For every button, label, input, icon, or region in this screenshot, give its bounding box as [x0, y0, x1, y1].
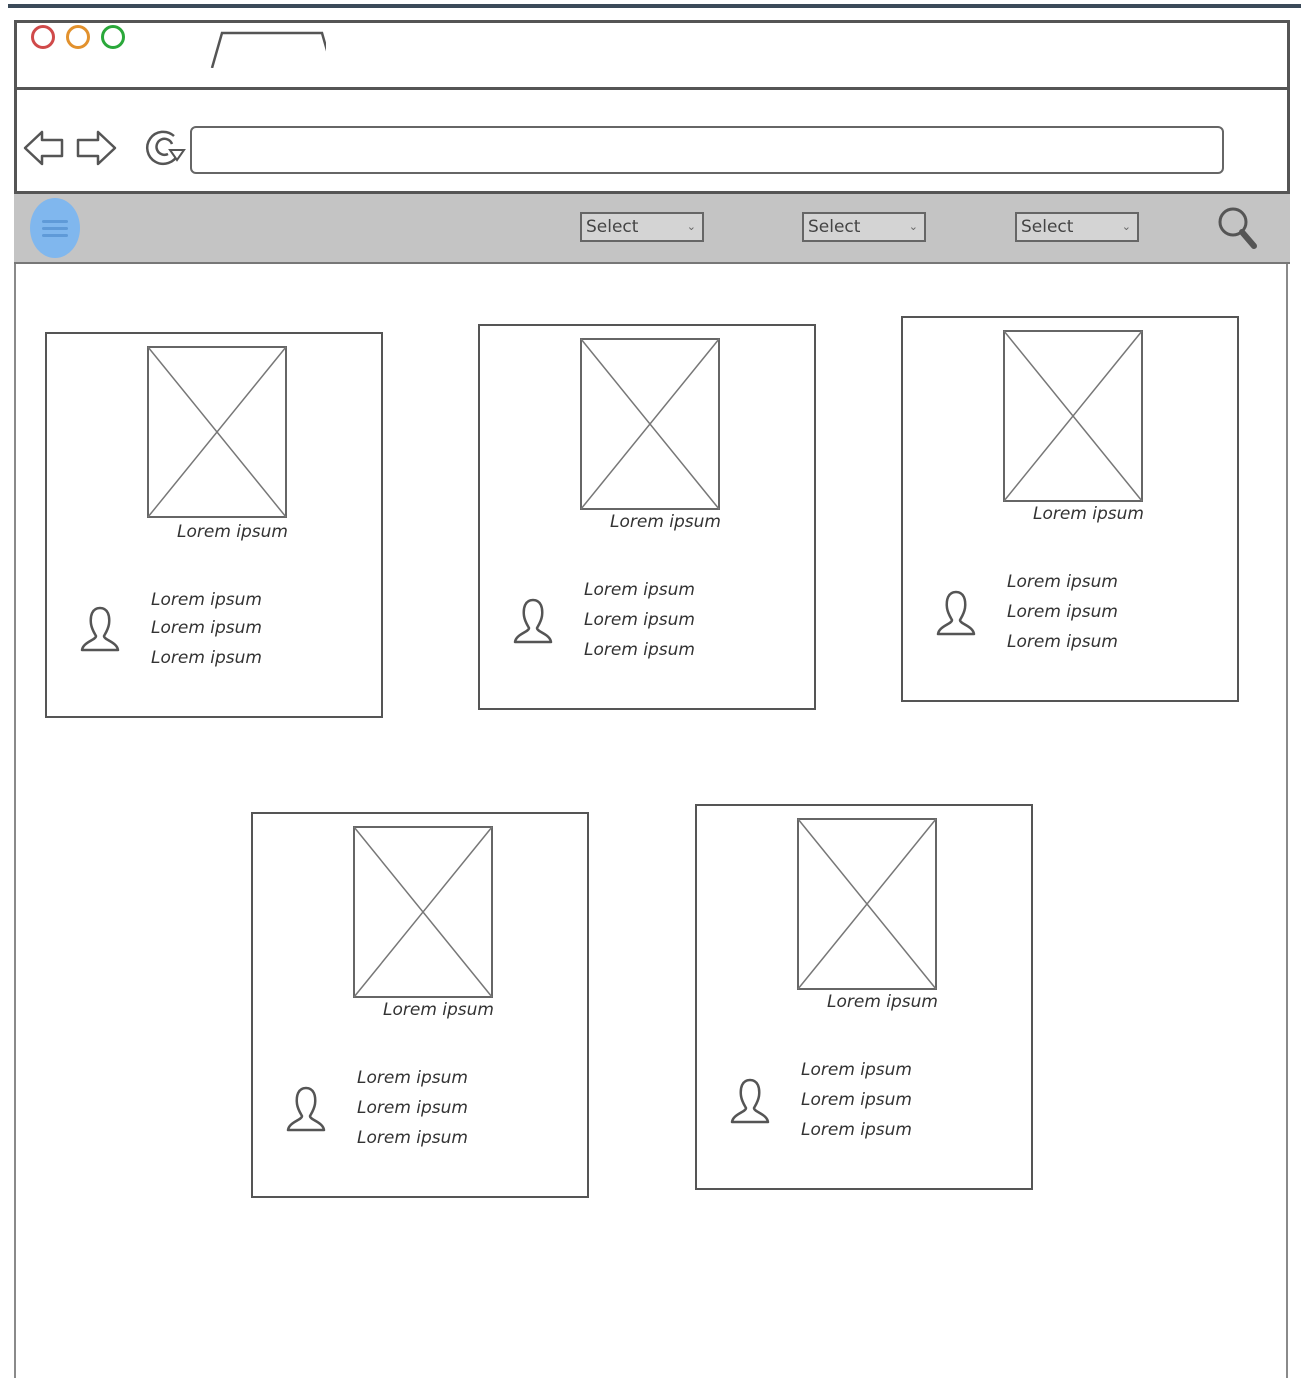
- image-placeholder-icon: [580, 338, 720, 510]
- hamburger-icon[interactable]: [30, 198, 80, 258]
- content-card-1[interactable]: Lorem ipsum Lorem ipsum Lorem ipsum Lore…: [45, 332, 383, 718]
- card-text-line-1: Lorem ipsum: [1007, 572, 1118, 592]
- maximize-window-button[interactable]: [101, 25, 125, 49]
- card-text-line-2: Lorem ipsum: [357, 1098, 468, 1118]
- image-placeholder-icon: [353, 826, 493, 998]
- card-text-line-2: Lorem ipsum: [151, 618, 262, 638]
- card-text-line-3: Lorem ipsum: [151, 648, 262, 668]
- card-text-line-1: Lorem ipsum: [801, 1060, 912, 1080]
- content-card-3[interactable]: Lorem ipsum Lorem ipsum Lorem ipsum Lore…: [901, 316, 1239, 702]
- select-dropdown-1[interactable]: Select ⌄: [580, 212, 704, 242]
- user-icon: [286, 1086, 326, 1132]
- select-label: Select: [586, 217, 639, 237]
- card-caption: Lorem ipsum: [383, 1000, 494, 1020]
- reload-icon[interactable]: [144, 124, 186, 172]
- card-text-line-3: Lorem ipsum: [584, 640, 695, 660]
- content-card-2[interactable]: Lorem ipsum Lorem ipsum Lorem ipsum Lore…: [478, 324, 816, 710]
- chevron-down-icon: ⌄: [908, 220, 918, 233]
- user-icon: [936, 590, 976, 636]
- card-caption: Lorem ipsum: [1033, 504, 1144, 524]
- select-label: Select: [808, 217, 861, 237]
- chevron-down-icon: ⌄: [1121, 220, 1131, 233]
- top-border: [8, 4, 1301, 8]
- card-text-line-1: Lorem ipsum: [357, 1068, 468, 1088]
- forward-arrow-icon[interactable]: [74, 124, 118, 172]
- card-text-line-2: Lorem ipsum: [1007, 602, 1118, 622]
- select-dropdown-3[interactable]: Select ⌄: [1015, 212, 1139, 242]
- content-card-4[interactable]: Lorem ipsum Lorem ipsum Lorem ipsum Lore…: [251, 812, 589, 1198]
- card-caption: Lorem ipsum: [610, 512, 721, 532]
- card-text-line-3: Lorem ipsum: [801, 1120, 912, 1140]
- card-text-line-3: Lorem ipsum: [357, 1128, 468, 1148]
- browser-tab[interactable]: [196, 28, 326, 68]
- chevron-down-icon: ⌄: [686, 220, 696, 233]
- close-window-button[interactable]: [31, 25, 55, 49]
- card-text-line-2: Lorem ipsum: [801, 1090, 912, 1110]
- card-text-line-1: Lorem ipsum: [151, 590, 262, 610]
- user-icon: [513, 598, 553, 644]
- card-text-line-3: Lorem ipsum: [1007, 632, 1118, 652]
- card-caption: Lorem ipsum: [827, 992, 938, 1012]
- select-label: Select: [1021, 217, 1074, 237]
- content-card-5[interactable]: Lorem ipsum Lorem ipsum Lorem ipsum Lore…: [695, 804, 1033, 1190]
- minimize-window-button[interactable]: [66, 25, 90, 49]
- user-icon: [80, 606, 120, 652]
- image-placeholder-icon: [797, 818, 937, 990]
- user-icon: [730, 1078, 770, 1124]
- image-placeholder-icon: [1003, 330, 1143, 502]
- card-text-line-1: Lorem ipsum: [584, 580, 695, 600]
- image-placeholder-icon: [147, 346, 287, 518]
- back-arrow-icon[interactable]: [22, 124, 66, 172]
- card-caption: Lorem ipsum: [177, 522, 288, 542]
- wireframe-page: Select ⌄ Select ⌄ Select ⌄ Lorem ipsum L…: [0, 0, 1303, 1378]
- url-input[interactable]: [190, 126, 1224, 174]
- search-icon[interactable]: [1214, 202, 1262, 254]
- select-dropdown-2[interactable]: Select ⌄: [802, 212, 926, 242]
- card-text-line-2: Lorem ipsum: [584, 610, 695, 630]
